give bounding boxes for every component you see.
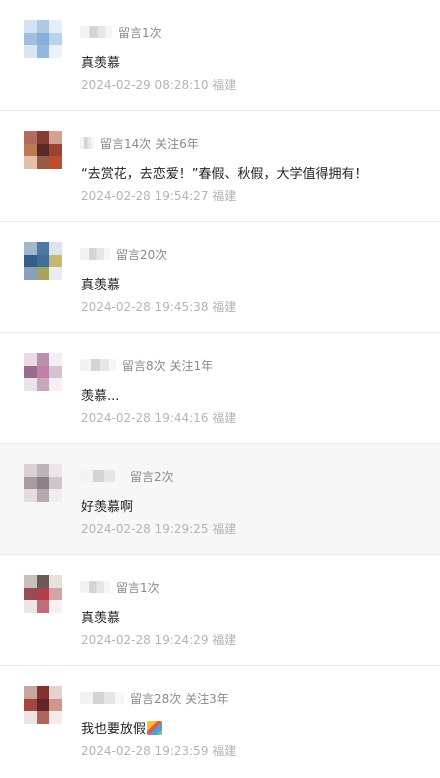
comment-meta: 留言1次 [80,24,162,40]
comment-item: 留言20次 真羡慕 2024-02-28 19:45:38 福建 [0,222,440,333]
comment-text: 真羡慕 [81,611,121,626]
comment-time: 2024-02-28 19:23:59 福建 [81,744,237,758]
avatar[interactable] [24,575,62,613]
comment-time: 2024-02-28 19:44:16 福建 [81,411,237,425]
nickname-blurred[interactable] [80,692,124,704]
comment-text: 好羡慕啊 [81,500,134,515]
comment-time: 2024-02-28 19:45:38 福建 [81,300,237,314]
user-stats: 留言1次 [116,580,160,595]
avatar[interactable] [24,353,62,391]
comment-text: “去赏花，去恋爱！”春假、秋假，大学值得拥有！ [81,167,368,182]
comment-text: 真羡慕 [81,278,121,293]
nickname-blurred[interactable] [80,137,94,149]
user-stats: 留言2次 [130,469,174,484]
comment-meta: 留言28次 关注3年 [80,690,229,706]
comment-time: 2024-02-28 19:29:25 福建 [81,522,237,536]
comment-meta: 留言8次 关注1年 [80,357,213,373]
avatar[interactable] [24,464,62,502]
user-stats: 留言14次 关注6年 [100,136,199,151]
comment-item: 留言28次 关注3年 我也要放假 2024-02-28 19:23:59 福建 [0,666,440,777]
user-stats: 留言1次 [118,25,162,40]
nickname-blurred[interactable] [80,470,124,482]
comment-meta: 留言1次 [80,579,160,595]
nickname-blurred[interactable] [80,248,110,260]
comment-meta: 留言2次 [80,468,174,484]
user-stats: 留言20次 [116,247,168,262]
comment-time: 2024-02-29 08:28:10 福建 [81,78,237,92]
comment-list: 留言1次 真羡慕 2024-02-29 08:28:10 福建 留言14次 关注… [0,0,440,777]
comment-text: 真羡慕 [81,56,121,71]
comment-text: 我也要放假 [81,718,163,737]
nickname-blurred[interactable] [80,581,110,593]
comment-item: 留言1次 真羡慕 2024-02-28 19:24:29 福建 [0,555,440,666]
party-emoji-icon [147,721,163,735]
comment-text: 羡慕... [81,389,120,404]
nickname-blurred[interactable] [80,26,112,38]
user-stats: 留言28次 关注3年 [130,691,229,706]
avatar[interactable] [24,686,62,724]
comment-item: 留言8次 关注1年 羡慕... 2024-02-28 19:44:16 福建 [0,333,440,444]
comment-item: 留言2次 好羡慕啊 2024-02-28 19:29:25 福建 [0,444,440,555]
comment-text-value: 我也要放假 [81,722,147,737]
comment-meta: 留言20次 [80,246,167,262]
comment-item: 留言14次 关注6年 “去赏花，去恋爱！”春假、秋假，大学值得拥有！ 2024-… [0,111,440,222]
comment-time: 2024-02-28 19:24:29 福建 [81,633,237,647]
user-stats: 留言8次 关注1年 [122,358,214,373]
comment-meta: 留言14次 关注6年 [80,135,199,151]
avatar[interactable] [24,20,62,58]
avatar[interactable] [24,131,62,169]
comment-item: 留言1次 真羡慕 2024-02-29 08:28:10 福建 [0,0,440,111]
nickname-blurred[interactable] [80,359,116,371]
avatar[interactable] [24,242,62,280]
comment-time: 2024-02-28 19:54:27 福建 [81,189,237,203]
